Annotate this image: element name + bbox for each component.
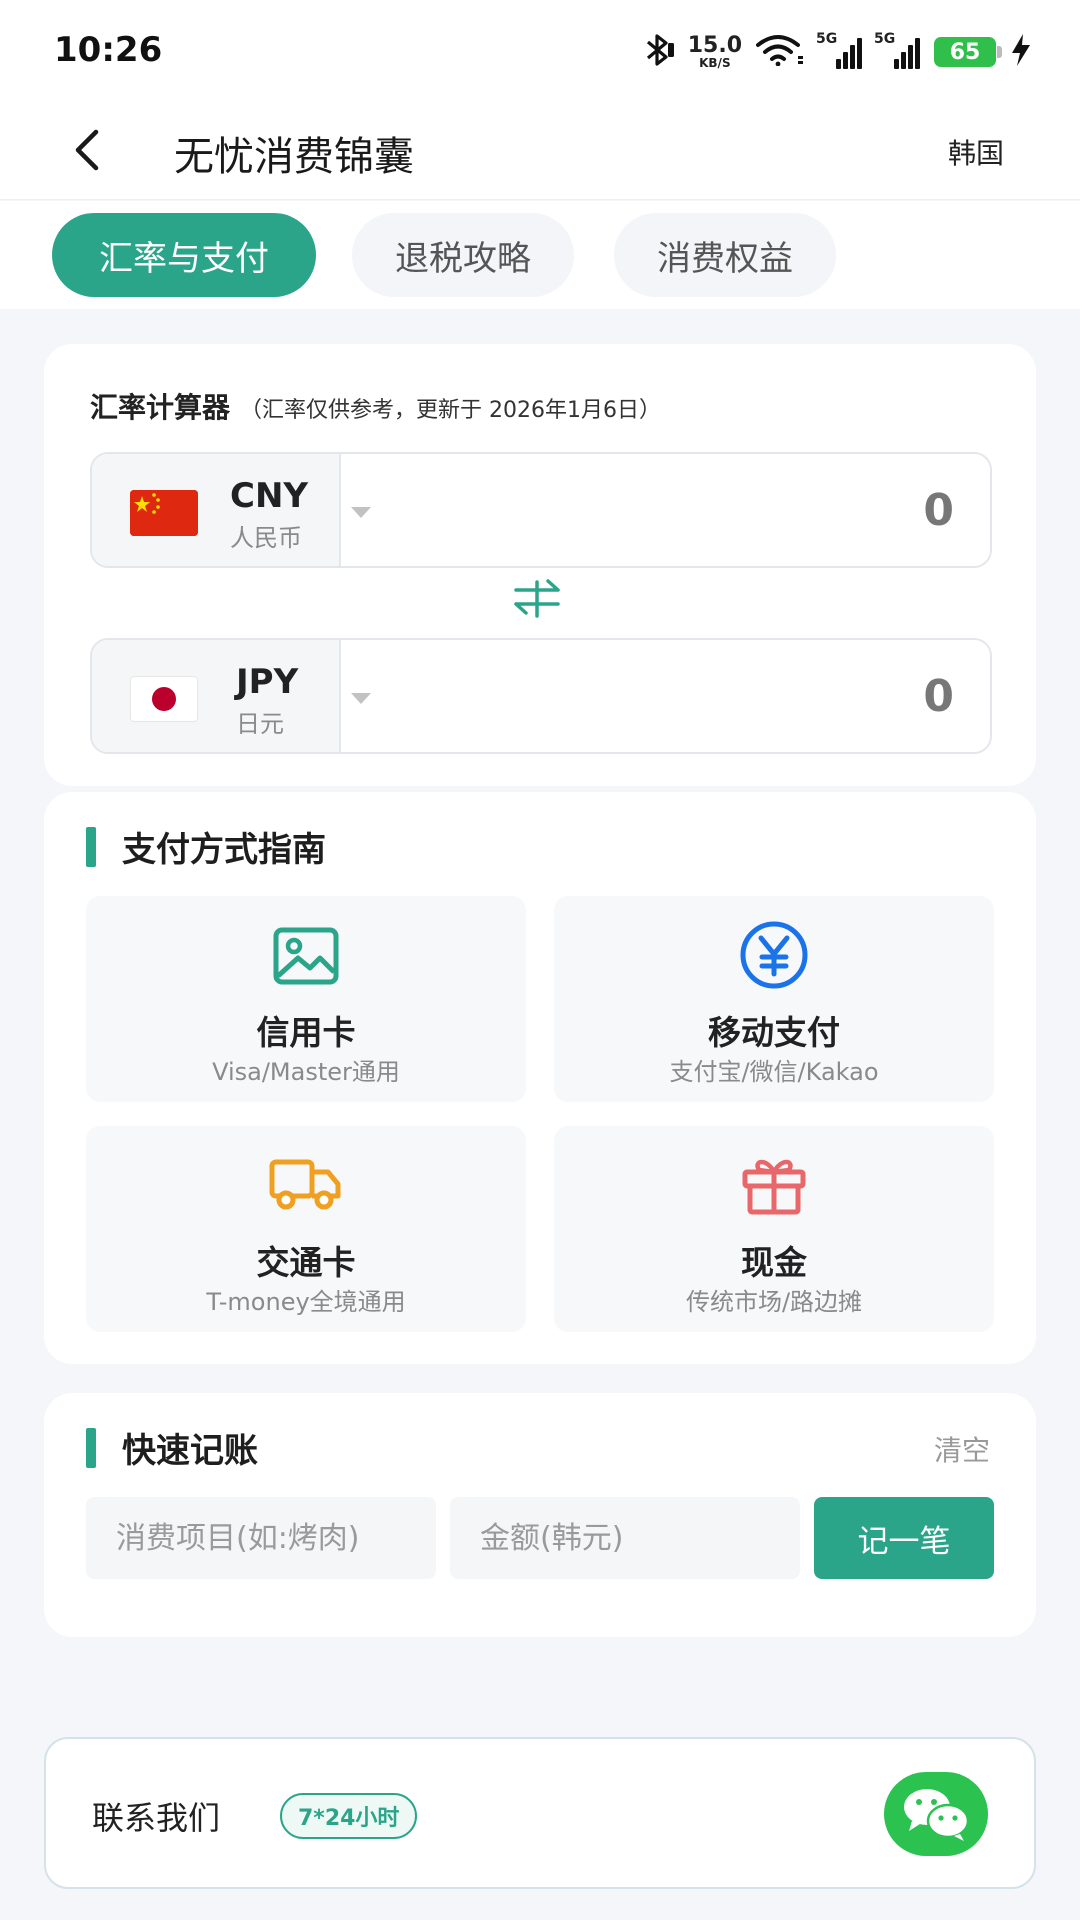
to-currency-name: 日元	[236, 710, 284, 738]
payment-tile-cash[interactable]: 现金 传统市场/路边摊	[554, 1126, 994, 1332]
from-amount-input[interactable]	[341, 454, 990, 566]
record-expense-button[interactable]: 记一笔	[814, 1497, 994, 1579]
chevron-left-icon	[75, 129, 99, 171]
payment-method-desc: Visa/Master通用	[212, 1058, 400, 1086]
calculator-header: 汇率计算器 （汇率仅供参考，更新于 2026年1月6日）	[90, 386, 661, 426]
payment-method-name: 移动支付	[708, 1013, 840, 1052]
wifi-icon	[756, 34, 804, 70]
gift-icon	[742, 1159, 806, 1215]
payment-tile-mobile-payment[interactable]: 移动支付 支付宝/微信/Kakao	[554, 896, 994, 1102]
signal-icon-sim1: 5G	[816, 31, 862, 69]
status-icons: 15.0 KB/S 5G 5G 65	[644, 28, 1032, 76]
to-amount-input[interactable]	[341, 640, 990, 752]
calculator-note: （汇率仅供参考，更新于 2026年1月6日）	[240, 398, 661, 423]
sim1-label: 5G	[816, 31, 838, 47]
payment-tile-credit-card[interactable]: 信用卡 Visa/Master通用	[86, 896, 526, 1102]
wechat-button[interactable]	[884, 1772, 988, 1856]
network-speed-value: 15.0	[687, 33, 742, 58]
service-hours-badge: 7*24小时	[280, 1793, 418, 1839]
china-flag-icon	[130, 490, 198, 536]
network-speed-unit: KB/S	[699, 56, 731, 70]
from-currency-name: 人民币	[230, 524, 302, 552]
to-currency-select[interactable]: JPY 日元	[92, 640, 371, 752]
payment-guide-card: 支付方式指南 信用卡 Visa/Master通用 移动支付 支付宝/微信/Kak…	[44, 792, 1036, 1364]
region-selector[interactable]: 韩国	[948, 132, 1004, 172]
payment-method-desc: T-money全境通用	[206, 1288, 406, 1316]
payment-method-desc: 传统市场/路边摊	[685, 1288, 863, 1316]
payment-method-name: 现金	[741, 1243, 807, 1282]
sim2-label: 5G	[874, 31, 896, 47]
swap-currency-icon[interactable]	[512, 578, 562, 622]
payment-guide-title: 支付方式指南	[122, 830, 326, 870]
battery-indicator: 65	[934, 37, 1002, 67]
caret-down-icon	[351, 693, 371, 704]
quick-ledger-card: 快速记账 清空 记一笔	[44, 1393, 1036, 1637]
payment-tile-transit-card[interactable]: 交通卡 T-money全境通用	[86, 1126, 526, 1332]
clear-button[interactable]: 清空	[934, 1429, 990, 1469]
from-currency-code: CNY	[230, 476, 309, 516]
network-speed: 15.0 KB/S	[687, 33, 742, 70]
tab-consumer-rights[interactable]: 消费权益	[614, 213, 836, 297]
tab-tax-refund[interactable]: 退税攻略	[352, 213, 574, 297]
contact-us-label: 联系我们	[92, 1799, 221, 1837]
payment-method-name: 信用卡	[256, 1013, 356, 1052]
from-currency-row: CNY 人民币	[90, 452, 992, 568]
to-currency-code: JPY	[236, 662, 299, 702]
quick-ledger-title: 快速记账	[122, 1431, 258, 1471]
from-currency-select[interactable]: CNY 人民币	[92, 454, 371, 566]
calculator-title: 汇率计算器	[90, 391, 231, 424]
battery-level: 65	[949, 39, 981, 65]
quick-ledger-header: 快速记账	[86, 1423, 258, 1472]
truck-icon	[269, 1159, 341, 1210]
payment-method-name: 交通卡	[256, 1243, 356, 1282]
expense-amount-input[interactable]	[450, 1497, 800, 1579]
wechat-icon	[904, 1789, 970, 1841]
contact-us-card[interactable]: 联系我们 7*24小时	[44, 1737, 1036, 1889]
signal-icon-sim2: 5G	[874, 31, 920, 69]
tab-exchange-payment[interactable]: 汇率与支付	[52, 213, 316, 297]
charging-icon	[1010, 33, 1032, 71]
payment-method-desc: 支付宝/微信/Kakao	[669, 1058, 879, 1086]
back-button[interactable]	[60, 122, 116, 178]
yuan-icon	[740, 921, 808, 989]
page-title: 无忧消费锦囊	[174, 134, 414, 180]
expense-item-input[interactable]	[86, 1497, 436, 1579]
exchange-calculator-card: 汇率计算器 （汇率仅供参考，更新于 2026年1月6日） CNY 人民币 0 J…	[44, 344, 1036, 786]
image-icon	[273, 927, 339, 985]
caret-down-icon	[351, 507, 371, 518]
bluetooth-icon	[644, 33, 674, 71]
japan-flag-icon	[130, 676, 198, 722]
header-bar: 无忧消费锦囊 韩国	[0, 100, 1080, 200]
section-accent-bar	[86, 826, 96, 867]
status-time: 10:26	[54, 30, 163, 70]
to-currency-row: JPY 日元	[90, 638, 992, 754]
status-bar: 10:26 15.0 KB/S 5G 5G 65	[0, 0, 1080, 100]
tab-bar: 汇率与支付 退税攻略 消费权益	[0, 201, 1080, 309]
payment-guide-header: 支付方式指南	[86, 822, 326, 871]
section-accent-bar	[86, 1427, 96, 1468]
